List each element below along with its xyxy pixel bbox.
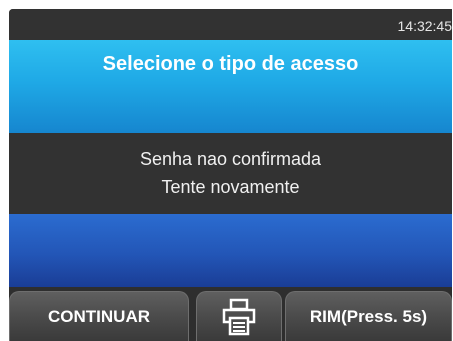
message-area: Senha nao confirmada Tente novamente <box>9 133 452 214</box>
printer-icon <box>222 298 256 335</box>
error-message: Senha nao confirmada <box>139 149 322 169</box>
rim-button[interactable]: RIM(Press. 5s) <box>285 291 452 341</box>
continue-button[interactable]: CONTINUAR <box>9 291 189 341</box>
blue-panel <box>9 214 452 287</box>
status-bar: 14:32:45 <box>9 9 452 40</box>
retry-message: Tente novamente <box>161 177 300 197</box>
terminal-screen: 14:32:45 Selecione o tipo de acesso Senh… <box>9 9 452 341</box>
clock: 14:32:45 <box>397 18 453 34</box>
page-title: Selecione o tipo de acesso <box>102 53 359 75</box>
print-button[interactable] <box>196 291 282 341</box>
header-panel: Selecione o tipo de acesso <box>9 40 452 133</box>
footer-bar: CONTINUAR RIM(Press. 5s) <box>9 287 452 341</box>
